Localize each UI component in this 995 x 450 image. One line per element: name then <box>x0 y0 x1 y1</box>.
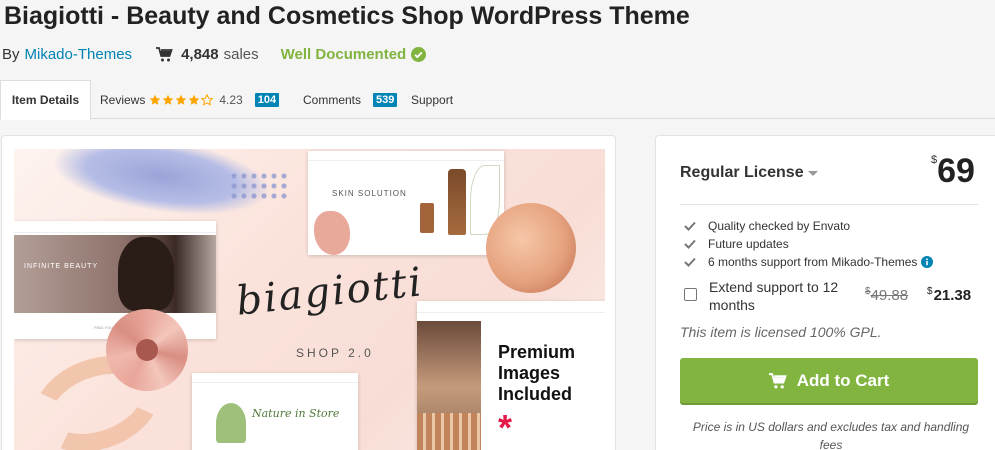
feature-text: 6 months support from Mikado-Themes <box>708 255 918 269</box>
sales-label: sales <box>223 45 259 63</box>
feature-text: Future updates <box>708 237 789 251</box>
model-portrait <box>118 237 174 311</box>
chevron-down-icon <box>807 170 818 176</box>
pink-cream-swatch <box>314 211 350 255</box>
by-label: By <box>2 45 20 63</box>
rating-value: 4.23 <box>219 92 243 107</box>
tab-comments-label: Comments <box>303 92 362 107</box>
check-icon <box>684 221 696 231</box>
premium-line: Premium <box>498 342 576 362</box>
product-bottle-small <box>420 203 434 233</box>
purchase-card: Regular License $ 69 Quality checked by … <box>655 135 995 450</box>
info-icon[interactable] <box>921 256 934 268</box>
gpl-note: This item is licensed 100% GPL. <box>680 324 882 340</box>
extend-support-option: Extend support to 12 months $ 49.88 $ 21… <box>684 278 984 314</box>
feature-item: 6 months support from Mikado-Themes <box>684 253 934 271</box>
check-circle-icon <box>411 46 427 62</box>
blue-powder-dots <box>229 171 289 201</box>
theme-preview-image[interactable]: SKIN SOLUTION INFINITE BEAUTY FIND YOUR … <box>14 149 605 450</box>
mockup-header-bar <box>308 151 504 161</box>
plant-illustration <box>216 403 246 443</box>
license-name: Regular License <box>680 164 804 181</box>
comments-count-badge: 539 <box>373 92 398 107</box>
mockup-header-bar <box>14 221 216 233</box>
item-meta: By Mikado-Themes 4,848 sales Well Docume… <box>2 44 427 64</box>
shopping-cart-icon <box>768 372 787 389</box>
asterisk-mark: * <box>498 407 513 448</box>
license-features: Quality checked by Envato Future updates… <box>684 217 934 271</box>
star-full-icon <box>163 94 174 105</box>
preview-card: SKIN SOLUTION INFINITE BEAUTY FIND YOUR … <box>1 135 616 450</box>
price-disclaimer: Price is in US dollars and excludes tax … <box>692 420 970 450</box>
tab-item-details-label: Item Details <box>11 93 80 107</box>
reviews-count-badge: 104 <box>254 92 280 107</box>
page-title: Biagiotti - Beauty and Cosmetics Shop Wo… <box>4 2 690 30</box>
mockup-header-bar <box>417 301 605 313</box>
tab-reviews[interactable]: Reviews 4.23 104 <box>100 80 280 119</box>
new-price-amount: 21.38 <box>933 287 972 304</box>
add-to-cart-label: Add to Cart <box>796 370 890 390</box>
item-tabs: Item Details Reviews 4.23 104 Comments 5… <box>0 80 995 120</box>
mockup-hero-text: SKIN SOLUTION <box>332 189 407 198</box>
biagiotti-logo: biagiotti <box>234 259 426 325</box>
mockup-hero-text: INFINITE BEAUTY <box>24 263 99 270</box>
tab-support-label: Support <box>411 92 454 107</box>
divider <box>680 204 978 205</box>
extend-new-price: $ 21.38 <box>927 286 972 304</box>
extend-support-checkbox[interactable] <box>684 288 697 301</box>
feature-text: Quality checked by Envato <box>708 219 851 233</box>
mockup-hero-text: Nature in Store <box>252 407 340 420</box>
mockup-nature-store: Nature in Store <box>192 373 358 450</box>
star-full-icon <box>150 94 161 105</box>
product-bottle <box>448 169 466 235</box>
premium-line: Images <box>498 363 561 383</box>
mockup-hero-photo <box>14 235 216 313</box>
rating-stars <box>149 93 214 106</box>
foundation-bottles <box>417 413 481 450</box>
tab-item-details[interactable]: Item Details <box>0 80 91 120</box>
tab-comments[interactable]: Comments 539 <box>303 80 398 119</box>
mockup-header-bar <box>192 373 358 383</box>
old-price-amount: 49.88 <box>870 287 909 304</box>
sales-count: 4,848 <box>181 45 219 63</box>
feature-item: Future updates <box>684 235 933 253</box>
shop-version-label: SHOP 2.0 <box>296 346 374 360</box>
flower-decoration <box>106 309 188 391</box>
license-selector[interactable]: Regular License <box>680 164 818 182</box>
new-price-currency: $ <box>927 286 933 297</box>
license-price: $ 69 <box>931 152 975 190</box>
star-empty-icon <box>201 93 214 106</box>
author-link[interactable]: Mikado-Themes <box>25 46 133 63</box>
price-amount: 69 <box>937 152 975 190</box>
star-full-icon <box>176 94 187 105</box>
extend-support-label[interactable]: Extend support to 12 months <box>709 278 849 314</box>
well-documented-label: Well Documented <box>280 45 407 63</box>
blush-compact <box>486 203 576 293</box>
tab-reviews-label: Reviews <box>100 92 146 107</box>
tab-support[interactable]: Support <box>411 80 453 119</box>
check-icon <box>684 239 696 249</box>
star-full-icon <box>189 94 200 105</box>
check-icon <box>684 257 696 267</box>
mockup-infinite-beauty: INFINITE BEAUTY FIND YOUR BEAUTY ROUTINE <box>14 221 216 339</box>
premium-line: Included <box>498 384 573 404</box>
add-to-cart-button[interactable]: Add to Cart <box>680 358 978 403</box>
feature-item: Quality checked by Envato <box>684 217 933 235</box>
extend-old-price: $ 49.88 <box>865 286 909 304</box>
cart-icon <box>156 46 173 62</box>
premium-images-label: Premium Images Included <box>498 342 575 405</box>
